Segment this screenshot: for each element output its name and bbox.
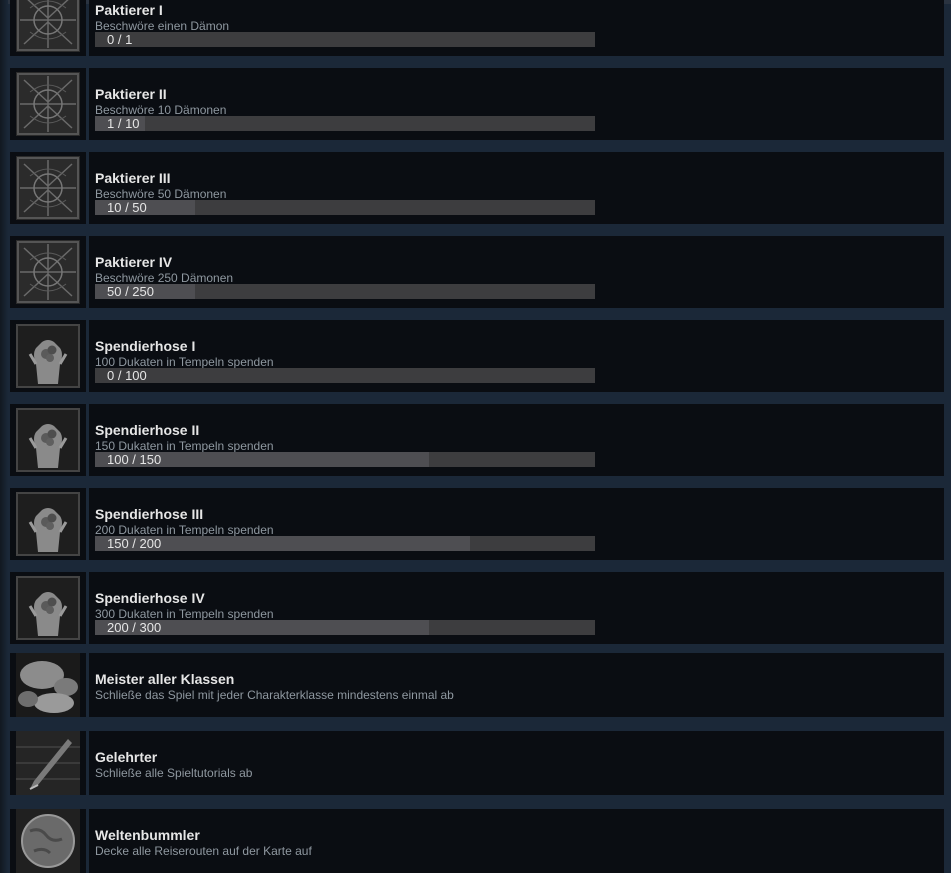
achievement-description: 300 Dukaten in Tempeln spenden xyxy=(95,607,274,621)
achievement-title: Gelehrter xyxy=(95,749,158,765)
achievement-description: 200 Dukaten in Tempeln spenden xyxy=(95,523,274,537)
achievement-description: Schließe das Spiel mit jeder Charakterkl… xyxy=(95,688,454,702)
progress-text: 100 / 150 xyxy=(107,452,162,467)
achievement-body: Spendierhose III 200 Dukaten in Tempeln … xyxy=(89,488,944,560)
progress-text: 1 / 10 xyxy=(107,116,140,131)
coins-in-hand-icon xyxy=(16,408,80,472)
achievement-title: Paktierer I xyxy=(95,2,163,18)
achievement-description: 150 Dukaten in Tempeln spenden xyxy=(95,439,274,453)
achievement-progress-bar: 200 / 300 xyxy=(95,620,595,635)
achievement-progress-bar: 1 / 10 xyxy=(95,116,595,131)
achievement-icon-frame xyxy=(10,809,86,873)
progress-text: 0 / 1 xyxy=(107,32,133,47)
achievement-body: Gelehrter Schließe alle Spieltutorials a… xyxy=(89,731,944,795)
achievement-body: Spendierhose I 100 Dukaten in Tempeln sp… xyxy=(89,320,944,392)
progress-text: 150 / 200 xyxy=(107,536,162,551)
achievement-icon-frame xyxy=(10,731,86,795)
achievement-icon-frame xyxy=(10,236,86,308)
achievement-description: Beschwöre 50 Dämonen xyxy=(95,187,227,201)
progress-text: 0 / 100 xyxy=(107,368,147,383)
achievement-progress-bar: 50 / 250 xyxy=(95,284,595,299)
coins-in-hand-icon xyxy=(16,576,80,640)
achievement-progress-bar: 100 / 150 xyxy=(95,452,595,467)
achievement-description: Schließe alle Spieltutorials ab xyxy=(95,766,253,780)
achievement-body: Paktierer III Beschwöre 50 Dämonen 10 / … xyxy=(89,152,944,224)
achievement-body: Weltenbummler Decke alle Reiserouten auf… xyxy=(89,809,944,873)
achievement-icon-frame xyxy=(10,0,86,56)
achievement-icon-frame xyxy=(10,68,86,140)
achievement-title: Paktierer III xyxy=(95,170,171,186)
achievement-icon-frame xyxy=(10,653,86,717)
achievement-title: Meister aller Klassen xyxy=(95,671,235,687)
achievement-icon-frame xyxy=(10,404,86,476)
progress-text: 50 / 250 xyxy=(107,284,154,299)
demon-pact-icon xyxy=(16,72,80,136)
achievement-description: Beschwöre 10 Dämonen xyxy=(95,103,227,117)
quill-icon xyxy=(16,731,80,795)
achievement-title: Spendierhose II xyxy=(95,422,200,438)
stones-icon xyxy=(16,653,80,717)
achievement-progress-bar: 0 / 100 xyxy=(95,368,595,383)
demon-pact-icon xyxy=(16,0,80,52)
achievement-title: Spendierhose III xyxy=(95,506,204,522)
achievement-title: Weltenbummler xyxy=(95,827,200,843)
globe-icon xyxy=(16,809,80,873)
achievement-body: Spendierhose II 150 Dukaten in Tempeln s… xyxy=(89,404,944,476)
left-shadow xyxy=(0,0,8,873)
achievement-body: Meister aller Klassen Schließe das Spiel… xyxy=(89,653,944,717)
achievement-title: Spendierhose I xyxy=(95,338,196,354)
achievement-title: Paktierer II xyxy=(95,86,167,102)
achievements-page: Paktierer I Beschwöre einen Dämon 0 / 1 xyxy=(0,0,951,873)
achievement-title: Spendierhose IV xyxy=(95,590,205,606)
achievement-body: Paktierer I Beschwöre einen Dämon 0 / 1 xyxy=(89,0,944,56)
progress-text: 10 / 50 xyxy=(107,200,147,215)
achievement-body: Paktierer IV Beschwöre 250 Dämonen 50 / … xyxy=(89,236,944,308)
achievement-progress-bar: 150 / 200 xyxy=(95,536,595,551)
achievement-description: Beschwöre 250 Dämonen xyxy=(95,271,234,285)
achievement-icon-frame xyxy=(10,488,86,560)
achievement-icon-frame xyxy=(10,572,86,644)
achievement-progress-bar: 10 / 50 xyxy=(95,200,595,215)
achievement-icon-frame xyxy=(10,320,86,392)
achievement-icon-frame xyxy=(10,152,86,224)
coins-in-hand-icon xyxy=(16,324,80,388)
achievement-title: Paktierer IV xyxy=(95,254,173,270)
progress-text: 200 / 300 xyxy=(107,620,162,635)
achievement-progress-bar: 0 / 1 xyxy=(95,32,595,47)
achievement-description: Beschwöre einen Dämon xyxy=(95,19,230,33)
demon-pact-icon xyxy=(16,156,80,220)
achievement-description: Decke alle Reiserouten auf der Karte auf xyxy=(95,844,312,858)
coins-in-hand-icon xyxy=(16,492,80,556)
achievement-body: Paktierer II Beschwöre 10 Dämonen 1 / 10 xyxy=(89,68,944,140)
achievement-description: 100 Dukaten in Tempeln spenden xyxy=(95,355,274,369)
demon-pact-icon xyxy=(16,240,80,304)
achievement-body: Spendierhose IV 300 Dukaten in Tempeln s… xyxy=(89,572,944,644)
